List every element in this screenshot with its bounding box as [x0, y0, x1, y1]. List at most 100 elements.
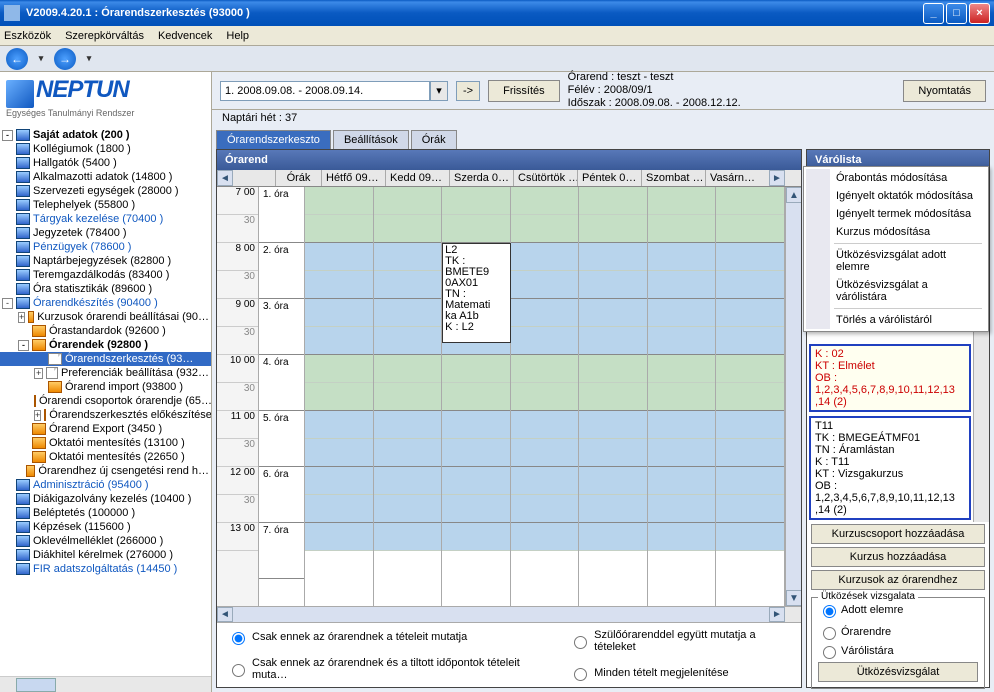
tree-item[interactable]: Oktatói mentesítés (22650 ): [0, 450, 211, 464]
context-menu-item[interactable]: Igényelt oktatók módosítása: [807, 187, 973, 205]
tree-expand-icon[interactable]: +: [34, 368, 43, 379]
tree-item[interactable]: Beléptetés (100000 ): [0, 506, 211, 520]
refresh-button[interactable]: Frissítés: [488, 80, 560, 102]
tree-item[interactable]: Órarendi csoportok órarendje (65…: [0, 394, 211, 408]
context-menu-item[interactable]: Ütközésvizsgálat a várólistára: [807, 276, 973, 306]
tree-item[interactable]: Szervezeti egységek (28000 ): [0, 184, 211, 198]
tree-item[interactable]: -Saját adatok (200 ): [0, 128, 211, 142]
maximize-button[interactable]: □: [946, 3, 967, 24]
day-header[interactable]: Szerda 0…: [449, 170, 513, 186]
tree-item[interactable]: -Órarendek (92800 ): [0, 338, 211, 352]
tree-hscroll[interactable]: [0, 676, 211, 692]
day-header[interactable]: Vasárn…: [705, 170, 769, 186]
radio-own-and-blocked[interactable]: Csak ennek az órarendnek és a tiltott id…: [227, 657, 545, 681]
tree-item[interactable]: -Órarendkészítés (90400 ): [0, 296, 211, 310]
radio-schedule[interactable]: Órarendre: [818, 624, 891, 640]
schedule-panel: Órarend ◄ Órák Hétfő 09…Kedd 09…Szerda 0…: [216, 149, 802, 688]
day-header[interactable]: Csütörtök …: [513, 170, 577, 186]
nav-tree[interactable]: -Saját adatok (200 )Kollégiumok (1800 )H…: [0, 126, 211, 676]
add-course-button[interactable]: Kurzus hozzáadása: [811, 547, 985, 567]
context-menu-item[interactable]: Kurzus módosítása: [807, 223, 973, 241]
day-column[interactable]: [374, 187, 443, 606]
radio-current-element[interactable]: Adott elemre: [818, 602, 903, 618]
day-header[interactable]: Kedd 09…: [385, 170, 449, 186]
day-header[interactable]: Hétfő 09…: [321, 170, 385, 186]
collision-check-button[interactable]: Ütközésvizsgálat: [818, 662, 978, 682]
tab[interactable]: Órarendszerkeszto: [216, 130, 331, 149]
tree-item[interactable]: Órarend Export (3450 ): [0, 422, 211, 436]
tree-item[interactable]: Kollégiumok (1800 ): [0, 142, 211, 156]
nav-back-button[interactable]: ←: [6, 48, 28, 70]
nav-back-dropdown[interactable]: ▾: [34, 48, 48, 70]
tree-item[interactable]: Telephelyek (55800 ): [0, 198, 211, 212]
tree-expand-icon[interactable]: -: [2, 130, 13, 141]
tree-item[interactable]: Órarendszerkesztés (93…: [0, 352, 211, 366]
tree-item[interactable]: Teremgazdálkodás (83400 ): [0, 268, 211, 282]
day-column[interactable]: [648, 187, 717, 606]
day-header[interactable]: Péntek 0…: [577, 170, 641, 186]
tree-item[interactable]: Hallgatók (5400 ): [0, 156, 211, 170]
tree-item[interactable]: +Kurzusok órarendi beállításai (90…: [0, 310, 211, 324]
menu-eszkoz[interactable]: Eszközök: [4, 30, 51, 42]
scroll-left-button[interactable]: ◄: [217, 170, 233, 186]
date-range-dropdown[interactable]: ▾: [220, 81, 448, 101]
waitlist-item-2[interactable]: T11 TK : BMEGEÁTMF01 TN : Áramlástan K :…: [809, 416, 971, 520]
tree-expand-icon[interactable]: +: [34, 410, 41, 421]
tree-item[interactable]: Diákigazolvány kezelés (10400 ): [0, 492, 211, 506]
tree-item[interactable]: +Preferenciák beállítása (932…: [0, 366, 211, 380]
menu-kedvencek[interactable]: Kedvencek: [158, 30, 212, 42]
minimize-button[interactable]: _: [923, 3, 944, 24]
schedule-event[interactable]: L2TK :BMETE90AX01TN :Matematika A1bK : L…: [442, 243, 511, 343]
tree-item[interactable]: Képzések (115600 ): [0, 520, 211, 534]
tree-item[interactable]: Órarendhez új csengetési rend h…: [0, 464, 211, 478]
tree-item[interactable]: Órastandardok (92600 ): [0, 324, 211, 338]
tree-item[interactable]: Órarend import (93800 ): [0, 380, 211, 394]
nav-forward-button[interactable]: →: [54, 48, 76, 70]
tree-item[interactable]: +Órarendszerkesztés előkészítése…: [0, 408, 211, 422]
nav-forward-dropdown[interactable]: ▾: [82, 48, 96, 70]
close-button[interactable]: ×: [969, 3, 990, 24]
schedule-body[interactable]: 7 00308 00309 003010 003011 003012 00301…: [217, 187, 801, 606]
tree-item[interactable]: Oktatói mentesítés (13100 ): [0, 436, 211, 450]
tree-item[interactable]: Adminisztráció (95400 ): [0, 478, 211, 492]
radio-with-parent[interactable]: Szülőórarenddel együtt mutatja a tételek…: [569, 629, 791, 653]
context-menu-item[interactable]: Ütközésvizsgálat adott elemre: [807, 246, 973, 276]
schedule-vscroll[interactable]: ▲ ▼: [785, 187, 801, 606]
radio-own-items[interactable]: Csak ennek az órarendnek a tételeit muta…: [227, 629, 545, 645]
tab[interactable]: Órák: [411, 130, 457, 149]
tree-item[interactable]: Tárgyak kezelése (70400 ): [0, 212, 211, 226]
radio-waitlist[interactable]: Várólistára: [818, 643, 894, 659]
tree-item[interactable]: Naptárbejegyzések (82800 ): [0, 254, 211, 268]
menu-help[interactable]: Help: [226, 30, 249, 42]
add-course-group-button[interactable]: Kurzuscsoport hozzáadása: [811, 524, 985, 544]
context-menu-item[interactable]: Törlés a várólistáról: [807, 311, 973, 329]
tree-item[interactable]: Alkalmazotti adatok (14800 ): [0, 170, 211, 184]
radio-all-items[interactable]: Minden tételt megjelenítése: [569, 665, 791, 681]
date-range-input[interactable]: [220, 81, 430, 101]
tree-expand-icon[interactable]: +: [18, 312, 25, 323]
tree-item[interactable]: Óra statisztikák (89600 ): [0, 282, 211, 296]
day-column[interactable]: [511, 187, 580, 606]
tree-expand-icon[interactable]: -: [2, 298, 13, 309]
courses-to-schedule-button[interactable]: Kurzusok az órarendhez: [811, 570, 985, 590]
schedule-hscroll[interactable]: ◄ ►: [217, 606, 801, 622]
print-button[interactable]: Nyomtatás: [903, 80, 986, 102]
tree-item[interactable]: FIR adatszolgáltatás (14450 ): [0, 562, 211, 576]
context-menu-item[interactable]: Igényelt termek módosítása: [807, 205, 973, 223]
menu-szerepkor[interactable]: Szerepkörváltás: [65, 30, 144, 42]
dropdown-arrow-icon[interactable]: ▾: [430, 81, 448, 101]
day-header[interactable]: Szombat …: [641, 170, 705, 186]
tree-item[interactable]: Jegyzetek (78400 ): [0, 226, 211, 240]
day-column[interactable]: [716, 187, 785, 606]
tree-item[interactable]: Oklevélmelléklet (266000 ): [0, 534, 211, 548]
day-column[interactable]: [579, 187, 648, 606]
tree-item[interactable]: Diákhitel kérelmek (276000 ): [0, 548, 211, 562]
day-column[interactable]: [305, 187, 374, 606]
waitlist-item-1[interactable]: K : 02 KT : Elmélet OB : 1,2,3,4,5,6,7,8…: [809, 344, 971, 412]
tree-expand-icon[interactable]: -: [18, 340, 29, 351]
tree-item[interactable]: Pénzügyek (78600 ): [0, 240, 211, 254]
tab[interactable]: Beállítások: [333, 130, 409, 149]
scroll-right-button[interactable]: ►: [769, 170, 785, 186]
context-menu-item[interactable]: Órabontás módosítása: [807, 170, 973, 187]
next-range-button[interactable]: ->: [456, 81, 480, 101]
